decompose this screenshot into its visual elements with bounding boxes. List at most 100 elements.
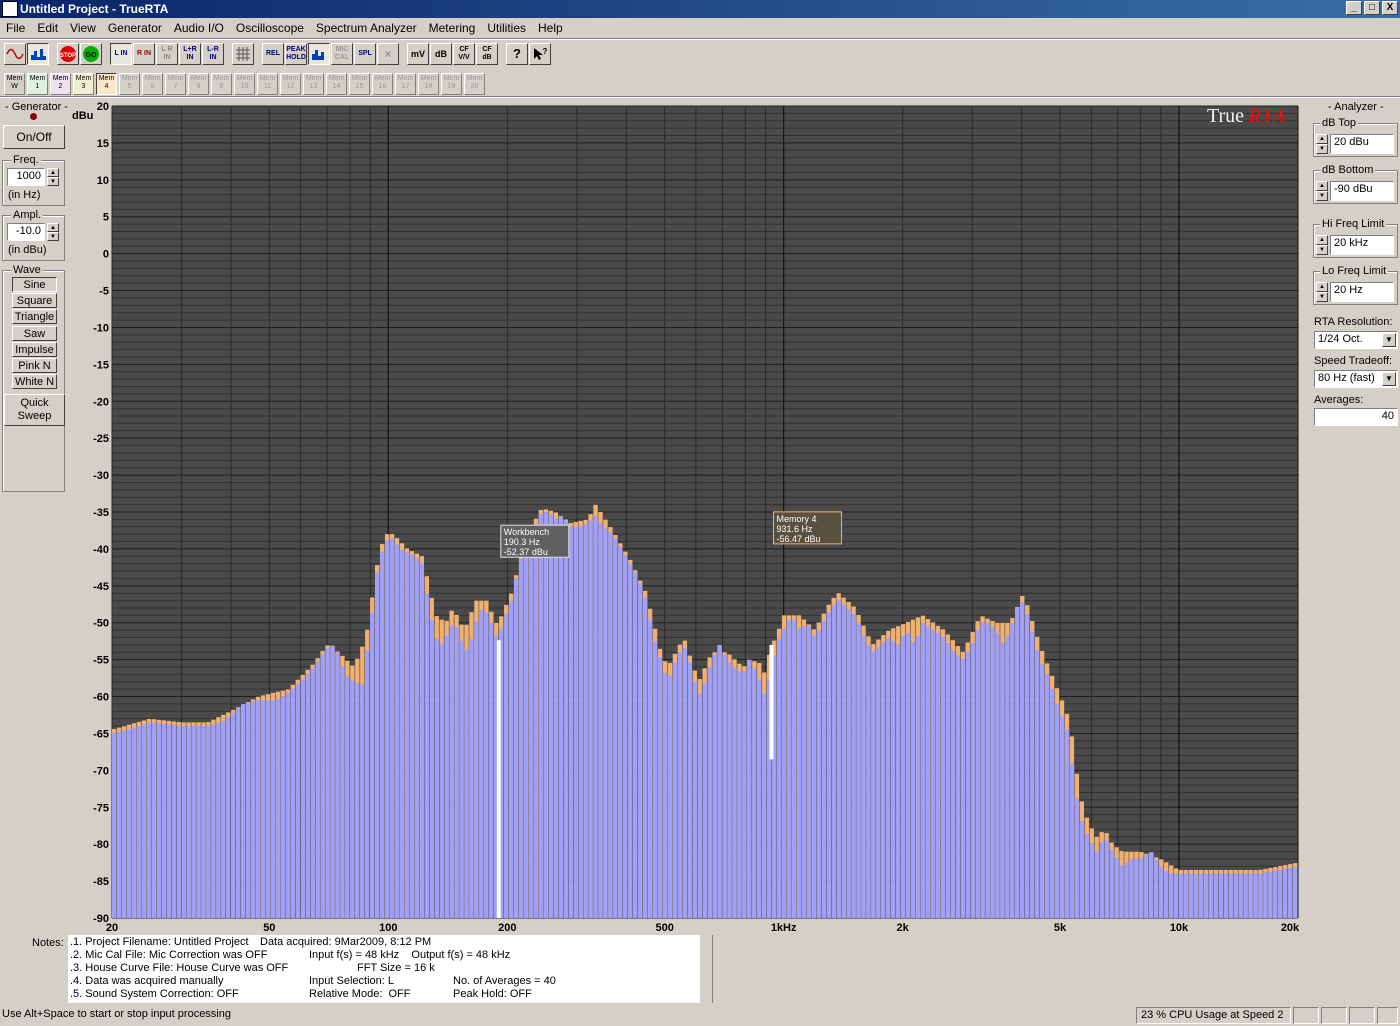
memory-15-button[interactable]: Mem 15 <box>349 73 370 95</box>
notes-box[interactable]: .1. Project Filename: Untitled Project D… <box>68 935 700 1003</box>
db-bottom-down-icon[interactable]: ▼ <box>1316 191 1328 201</box>
memory-7-button[interactable]: Mem 7 <box>165 73 186 95</box>
wave-sine-button[interactable]: Sine <box>12 277 57 292</box>
hi-freq-input[interactable]: 20 kHz <box>1330 235 1394 255</box>
workbench-bar <box>598 522 603 918</box>
memory-3-button[interactable]: Mem 3 <box>73 73 94 95</box>
minimize-button[interactable]: _ <box>1346 1 1362 15</box>
hi-freq-down-icon[interactable]: ▼ <box>1316 245 1328 255</box>
input-left-right-button[interactable]: L R IN <box>156 43 178 65</box>
memory-13-button[interactable]: Mem 13 <box>303 73 324 95</box>
db-top-down-icon[interactable]: ▼ <box>1316 144 1328 154</box>
relative-button[interactable]: REL <box>262 43 284 65</box>
memory-8-button[interactable]: Mem 8 <box>188 73 209 95</box>
ampl-down-icon[interactable]: ▼ <box>47 232 59 241</box>
wave-triangle-button[interactable]: Triangle <box>12 309 57 324</box>
peak-hold-button[interactable]: PEAK HOLD <box>285 43 307 65</box>
close-button[interactable]: X <box>1382 1 1398 15</box>
chevron-down-icon[interactable]: ▼ <box>1382 372 1396 386</box>
chevron-down-icon[interactable]: ▼ <box>1382 333 1396 347</box>
input-right-button[interactable]: R IN <box>133 43 155 65</box>
menu-metering[interactable]: Metering <box>423 21 482 35</box>
wave-square-button[interactable]: Square <box>12 293 57 308</box>
freq-input[interactable]: 1000 <box>7 168 45 186</box>
memory-1-button[interactable]: Mem 1 <box>27 73 48 95</box>
grid-button[interactable] <box>232 43 254 65</box>
menu-edit[interactable]: Edit <box>31 21 64 35</box>
memory-4-button[interactable]: Mem 4 <box>96 73 117 95</box>
wave-white-noise-button[interactable]: White N <box>12 374 57 389</box>
spectrum-view-button[interactable] <box>27 43 49 65</box>
menu-view[interactable]: View <box>64 21 102 35</box>
db-top-input[interactable]: 20 dBu <box>1330 134 1394 154</box>
crest-factor-vv-button[interactable]: CF V/V <box>453 43 475 65</box>
menu-spectrum-analyzer[interactable]: Spectrum Analyzer <box>310 21 423 35</box>
memory-16-button[interactable]: Mem 16 <box>372 73 393 95</box>
crest-factor-db-button[interactable]: CF dB <box>476 43 498 65</box>
go-button[interactable]: GO <box>80 43 102 65</box>
clear-button[interactable]: × <box>377 43 399 65</box>
ampl-input[interactable]: -10.0 <box>7 223 45 241</box>
averages-input[interactable]: 40 <box>1314 408 1398 426</box>
menu-utilities[interactable]: Utilities <box>481 21 532 35</box>
db-top-up-icon[interactable]: ▲ <box>1316 134 1328 144</box>
ampl-up-icon[interactable]: ▲ <box>47 223 59 232</box>
memory-9-button[interactable]: Mem 9 <box>211 73 232 95</box>
mic-cal-button[interactable]: MIC CAL <box>331 43 353 65</box>
memory-17-button[interactable]: Mem 17 <box>395 73 416 95</box>
input-left-button[interactable]: L IN <box>110 43 132 65</box>
millivolt-button[interactable]: mV <box>407 43 429 65</box>
workbench-bar <box>464 649 469 918</box>
menu-oscilloscope[interactable]: Oscilloscope <box>230 21 310 35</box>
db-bottom-input[interactable]: -90 dBu <box>1330 181 1394 201</box>
spl-button[interactable]: SPL <box>354 43 376 65</box>
lo-freq-input[interactable]: 20 Hz <box>1330 282 1394 302</box>
freq-down-icon[interactable]: ▼ <box>47 177 59 186</box>
memory-2-button[interactable]: Mem 2 <box>50 73 71 95</box>
memory-12-button[interactable]: Mem 12 <box>280 73 301 95</box>
spectrum-chart[interactable]: 20151050-5-10-15-20-25-30-35-40-45-50-55… <box>70 100 1310 934</box>
input-diff-button[interactable]: L-R IN <box>202 43 224 65</box>
memory-10-button[interactable]: Mem 10 <box>234 73 255 95</box>
stop-button[interactable]: STOP <box>57 43 79 65</box>
memory-11-button[interactable]: Mem 11 <box>257 73 278 95</box>
help-button[interactable]: ? <box>506 43 528 65</box>
menu-file[interactable]: File <box>0 21 31 35</box>
workbench-bar <box>1129 859 1134 918</box>
speed-tradeoff-select[interactable]: 80 Hz (fast) ▼ <box>1314 370 1398 388</box>
workbench-bar <box>429 620 434 918</box>
rta-resolution-select[interactable]: 1/24 Oct. ▼ <box>1314 331 1398 349</box>
workbench-bar <box>638 583 643 918</box>
input-sum-button[interactable]: L+R IN <box>179 43 201 65</box>
memory-6-button[interactable]: Mem 6 <box>142 73 163 95</box>
menu-generator[interactable]: Generator <box>102 21 168 35</box>
lo-freq-up-icon[interactable]: ▲ <box>1316 282 1328 292</box>
wave-impulse-button[interactable]: Impulse <box>12 342 57 357</box>
generator-onoff-button[interactable]: On/Off <box>3 125 65 149</box>
menu-help[interactable]: Help <box>532 21 569 35</box>
x-tick-label: 2k <box>897 922 910 934</box>
freq-up-icon[interactable]: ▲ <box>47 168 59 177</box>
hi-freq-up-icon[interactable]: ▲ <box>1316 235 1328 245</box>
workbench-bar <box>831 605 836 918</box>
db-bottom-up-icon[interactable]: ▲ <box>1316 181 1328 191</box>
note-line: .2. Mic Cal File: Mic Correction was OFF <box>70 949 268 961</box>
decibel-button[interactable]: dB <box>430 43 452 65</box>
context-help-button[interactable]: ? <box>529 43 551 65</box>
workbench-bar <box>508 600 514 918</box>
maximize-button[interactable]: □ <box>1364 1 1380 15</box>
memory-14-button[interactable]: Mem 14 <box>326 73 347 95</box>
bar-display-button[interactable] <box>308 43 330 65</box>
wave-pink-noise-button[interactable]: Pink N <box>12 358 57 373</box>
memory-5-button[interactable]: Mem 5 <box>119 73 140 95</box>
menu-audio-io[interactable]: Audio I/O <box>168 21 230 35</box>
oscilloscope-view-button[interactable] <box>4 43 26 65</box>
memory-workbench-button[interactable]: Mem W <box>4 73 25 95</box>
lo-freq-down-icon[interactable]: ▼ <box>1316 292 1328 302</box>
memory-20-button[interactable]: Mem 20 <box>464 73 485 95</box>
memory-19-button[interactable]: Mem 19 <box>441 73 462 95</box>
quick-sweep-button[interactable]: Quick Sweep <box>4 394 65 426</box>
workbench-bar <box>399 550 405 918</box>
wave-saw-button[interactable]: Saw <box>12 326 57 341</box>
memory-18-button[interactable]: Mem 18 <box>418 73 439 95</box>
